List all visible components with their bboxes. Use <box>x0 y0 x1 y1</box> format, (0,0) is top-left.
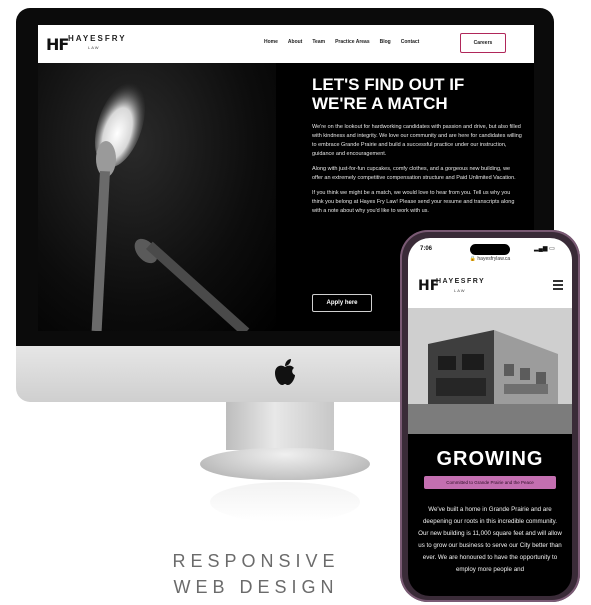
nav-home[interactable]: Home <box>264 39 278 45</box>
lock-icon: 🔒 <box>469 256 477 262</box>
mobile-heading: GROWING <box>436 448 544 470</box>
hero-copy: LET'S FIND OUT IF WE'RE A MATCH We're on… <box>312 75 522 222</box>
tagline: RESPONSIVE WEB DESIGN <box>150 548 362 600</box>
hero-paragraph: We're on the lookout for hardworking can… <box>312 124 522 157</box>
nav-about[interactable]: About <box>288 39 302 45</box>
matches-photo <box>38 63 276 331</box>
mobile-body-text: We've built a home in Grande Prairie and… <box>418 506 562 573</box>
tagline-line-2: WEB DESIGN <box>173 577 339 597</box>
imac-stand-neck <box>226 402 334 450</box>
apply-button[interactable]: Apply here <box>312 294 372 312</box>
nav-team[interactable]: Team <box>312 39 325 45</box>
logo-sub: LAW <box>88 45 100 50</box>
mobile-website-screen: 7:06 ▂▄▆ ▭ 🔒 hayesfrylaw.ca HF HAYESFRY … <box>408 238 572 596</box>
nav-links: Home About Team Practice Areas Blog Cont… <box>264 39 419 45</box>
building-illustration <box>408 308 572 434</box>
matches-illustration <box>91 82 250 331</box>
hero-paragraph: Along with just-for-fun cupcakes, comfy … <box>312 166 516 181</box>
apple-logo-icon <box>275 359 295 385</box>
careers-button[interactable]: Careers <box>460 33 506 53</box>
status-time: 7:06 <box>420 246 433 252</box>
url-bar[interactable]: 🔒 hayesfrylaw.ca <box>408 256 572 262</box>
tagline-line-1: RESPONSIVE <box>172 551 340 571</box>
mobile-header: HF HAYESFRY LAW <box>408 266 572 309</box>
dynamic-island <box>470 244 510 255</box>
mobile-tagline-pill[interactable]: Committed to Grande Prairie and the Peac… <box>424 476 556 489</box>
logo-name[interactable]: HAYESFRY <box>68 34 127 43</box>
signal-battery-icon: ▂▄▆ ▭ <box>534 246 555 252</box>
building-photo <box>408 308 572 434</box>
hero-paragraph: If you think we might be a match, we wou… <box>312 190 515 214</box>
logo-name[interactable]: HAYESFRY <box>436 278 485 285</box>
imac-stand-base <box>200 448 370 480</box>
hero-title: LET'S FIND OUT IF WE'RE A MATCH <box>312 75 465 113</box>
phone-status-bar: 7:06 ▂▄▆ ▭ 🔒 hayesfrylaw.ca <box>408 238 572 266</box>
logo-sub: LAW <box>454 288 466 293</box>
url-text: hayesfrylaw.ca <box>477 256 511 262</box>
hamburger-menu-icon[interactable] <box>553 280 563 292</box>
nav-practice-areas[interactable]: Practice Areas <box>335 39 370 45</box>
logo-mark[interactable]: HF <box>46 35 69 54</box>
nav-contact[interactable]: Contact <box>401 39 420 45</box>
stand-reflection <box>210 482 360 522</box>
nav-blog[interactable]: Blog <box>380 39 391 45</box>
desktop-navbar: HF HAYESFRY LAW Home About Team Practice… <box>38 25 534 63</box>
